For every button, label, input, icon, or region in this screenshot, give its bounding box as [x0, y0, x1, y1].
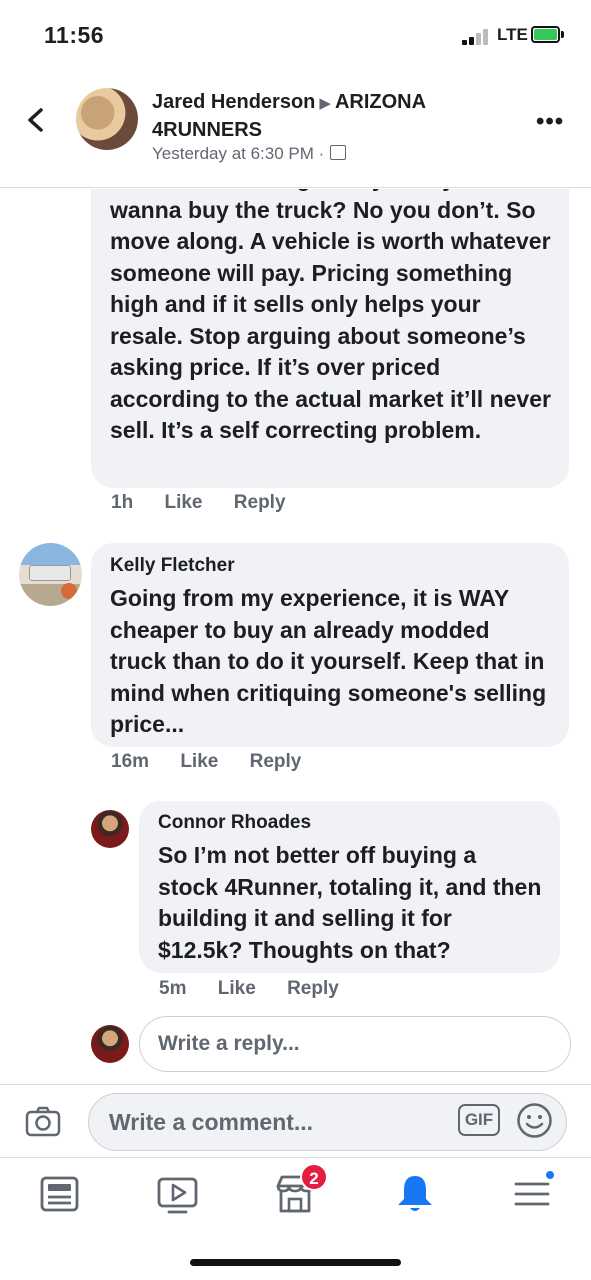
- comment-time: 5m: [159, 978, 187, 999]
- comment-bubble: Connor Rhoades So I’m not better off buy…: [139, 801, 560, 973]
- reply-input[interactable]: Write a reply...: [139, 1016, 571, 1072]
- comment-time: 16m: [111, 751, 150, 772]
- comment-bubble: ridiculous of things. Why? Do you wanna …: [91, 189, 569, 488]
- comment-1: ridiculous of things. Why? Do you wanna …: [91, 189, 569, 489]
- post-meta: Yesterday at 6:30 PM ·: [152, 144, 347, 164]
- avatar: [91, 1025, 129, 1063]
- post-header: Jared Henderson ▶ ARIZONA 4RUNNERS Yesterd…: [0, 70, 591, 188]
- notifications-icon[interactable]: [393, 1172, 437, 1216]
- menu-indicator-dot: [544, 1169, 556, 1181]
- battery-icon: [531, 26, 560, 43]
- group-privacy-icon: [330, 145, 347, 160]
- comment-actions: 16m Like Reply: [111, 751, 327, 773]
- battery-tip: [561, 31, 564, 38]
- chevron-left-icon: [28, 108, 43, 132]
- comment-text: So I’m not better off buying a stock 4Ru…: [158, 842, 542, 963]
- reply-button[interactable]: Reply: [234, 492, 286, 513]
- avatar[interactable]: [91, 810, 129, 848]
- author-name[interactable]: Jared Henderson: [152, 91, 315, 113]
- camera-icon[interactable]: [25, 1105, 61, 1137]
- status-bar: 11:56 LTE: [0, 0, 591, 70]
- network-type: LTE: [497, 25, 528, 44]
- marketplace-badge: 2: [300, 1163, 328, 1191]
- status-time: 11:56: [44, 22, 105, 48]
- more-options-button[interactable]: •••: [536, 108, 564, 136]
- comment-actions: 5m Like Reply: [159, 978, 365, 1000]
- like-button[interactable]: Like: [180, 751, 218, 772]
- comment-text: Going from my experience, it is WAY chea…: [110, 585, 547, 737]
- reply-button[interactable]: Reply: [287, 978, 339, 999]
- post-timestamp: Yesterday at 6:30 PM ·: [152, 144, 325, 163]
- like-button[interactable]: Like: [218, 978, 256, 999]
- emoji-icon[interactable]: [516, 1102, 553, 1139]
- comment-bubble: Kelly Fletcher Going from my experience,…: [91, 543, 569, 747]
- avatar[interactable]: [76, 88, 138, 150]
- like-button[interactable]: Like: [164, 492, 202, 513]
- comment-time: 1h: [111, 492, 134, 513]
- back-button[interactable]: [22, 100, 52, 140]
- comment-author[interactable]: Kelly Fletcher: [110, 555, 551, 577]
- signal-strength-icon: [462, 28, 492, 45]
- arrow-right-icon: ▶: [319, 95, 331, 112]
- comment-text: ridiculous of things. Why? Do you wanna …: [110, 189, 551, 443]
- reply-button[interactable]: Reply: [250, 751, 302, 772]
- comment-composer: Write a comment...: [0, 1084, 591, 1158]
- gif-button[interactable]: GIF: [458, 1104, 500, 1136]
- news-feed-icon[interactable]: [38, 1172, 82, 1216]
- avatar[interactable]: [19, 543, 82, 606]
- watch-icon[interactable]: [156, 1172, 200, 1216]
- home-indicator[interactable]: [190, 1259, 401, 1266]
- comment-actions: 1h Like Reply: [111, 492, 312, 514]
- post-title: Jared Henderson ▶ ARIZONA 4RUNNERS: [152, 89, 512, 143]
- comment-author[interactable]: Connor Rhoades: [158, 812, 542, 834]
